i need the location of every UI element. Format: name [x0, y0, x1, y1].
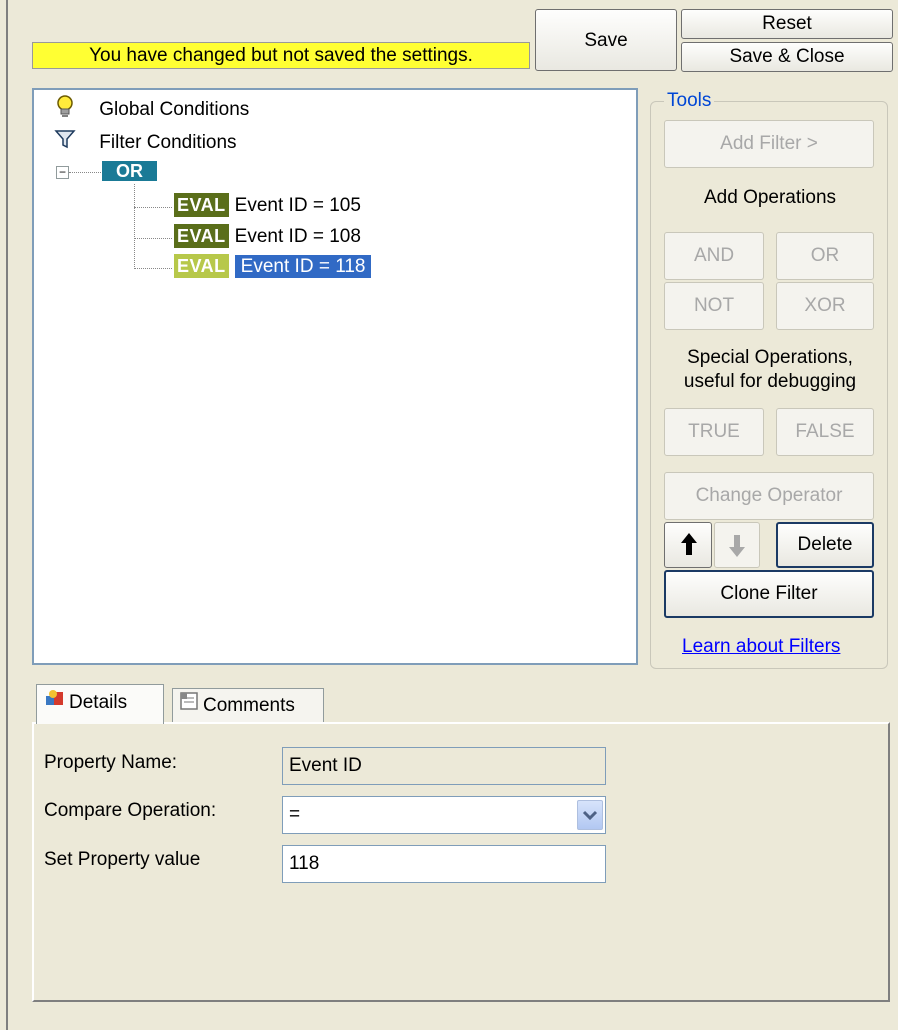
add-operations-label: Add Operations: [703, 187, 837, 208]
property-name-field: Event ID: [282, 747, 606, 785]
funnel-icon: [54, 128, 80, 158]
add-filter-button[interactable]: Add Filter >: [664, 120, 874, 168]
delete-button[interactable]: Delete: [776, 522, 874, 568]
tree-node-or[interactable]: OR: [102, 159, 157, 185]
clone-filter-button[interactable]: Clone Filter: [664, 570, 874, 618]
or-operator-badge: OR: [102, 161, 157, 181]
filter-tree[interactable]: Global Conditions Filter Conditions − OR…: [32, 88, 638, 665]
compare-operation-value: =: [289, 804, 301, 825]
global-conditions-label: Global Conditions: [99, 99, 250, 121]
collapse-toggle-icon[interactable]: −: [56, 166, 69, 179]
compare-operation-label: Compare Operation:: [44, 800, 217, 821]
set-property-value-label: Set Property value: [44, 849, 201, 870]
move-up-button[interactable]: [664, 522, 712, 568]
compare-operation-select[interactable]: =: [282, 796, 606, 834]
or-button[interactable]: OR: [776, 232, 874, 280]
arrow-down-icon: [729, 535, 745, 557]
filter-conditions-label: Filter Conditions: [99, 132, 237, 154]
tab-details[interactable]: Details: [36, 684, 164, 724]
true-button[interactable]: TRUE: [664, 408, 764, 456]
window-left-border: [0, 0, 8, 1030]
move-down-button[interactable]: [714, 522, 760, 568]
tree-item-eval[interactable]: EVAL Event ID = 105: [174, 193, 361, 219]
tree-item-label: Event ID = 108: [234, 226, 361, 247]
tab-details-label: Details: [69, 692, 128, 714]
details-icon: [43, 685, 67, 721]
tree-item-label: Event ID = 118: [234, 255, 372, 278]
false-button[interactable]: FALSE: [776, 408, 874, 456]
arrow-up-icon: [681, 533, 697, 555]
comments-icon: [179, 689, 201, 723]
tree-item-eval[interactable]: EVAL Event ID = 108: [174, 224, 361, 250]
tree-item-global-conditions[interactable]: Global Conditions: [54, 94, 249, 126]
eval-badge-icon: EVAL: [174, 193, 229, 217]
tree-item-filter-conditions[interactable]: Filter Conditions: [54, 128, 237, 158]
save-close-button[interactable]: Save & Close: [681, 42, 893, 72]
save-button[interactable]: Save: [535, 9, 677, 71]
lightbulb-icon: [54, 94, 80, 126]
tree-item-eval-selected[interactable]: EVAL Event ID = 118: [174, 254, 372, 280]
tools-group-label: Tools: [664, 90, 715, 112]
special-operations-label: Special Operations, useful for debugging: [683, 347, 857, 392]
unsaved-warning-banner: You have changed but not saved the setti…: [32, 42, 530, 69]
reset-button[interactable]: Reset: [681, 9, 893, 39]
tree-item-label: Event ID = 105: [234, 195, 361, 216]
tab-comments-label: Comments: [203, 695, 295, 717]
property-name-label: Property Name:: [44, 752, 178, 773]
learn-about-filters-link[interactable]: Learn about Filters: [682, 636, 840, 658]
xor-button[interactable]: XOR: [776, 282, 874, 330]
eval-badge-icon: EVAL: [174, 224, 229, 248]
and-button[interactable]: AND: [664, 232, 764, 280]
tab-comments[interactable]: Comments: [172, 688, 324, 724]
eval-badge-icon: EVAL: [174, 254, 229, 278]
set-property-value-input[interactable]: 118: [282, 845, 606, 883]
change-operator-button[interactable]: Change Operator: [664, 472, 874, 520]
chevron-down-icon[interactable]: [577, 800, 603, 830]
not-button[interactable]: NOT: [664, 282, 764, 330]
